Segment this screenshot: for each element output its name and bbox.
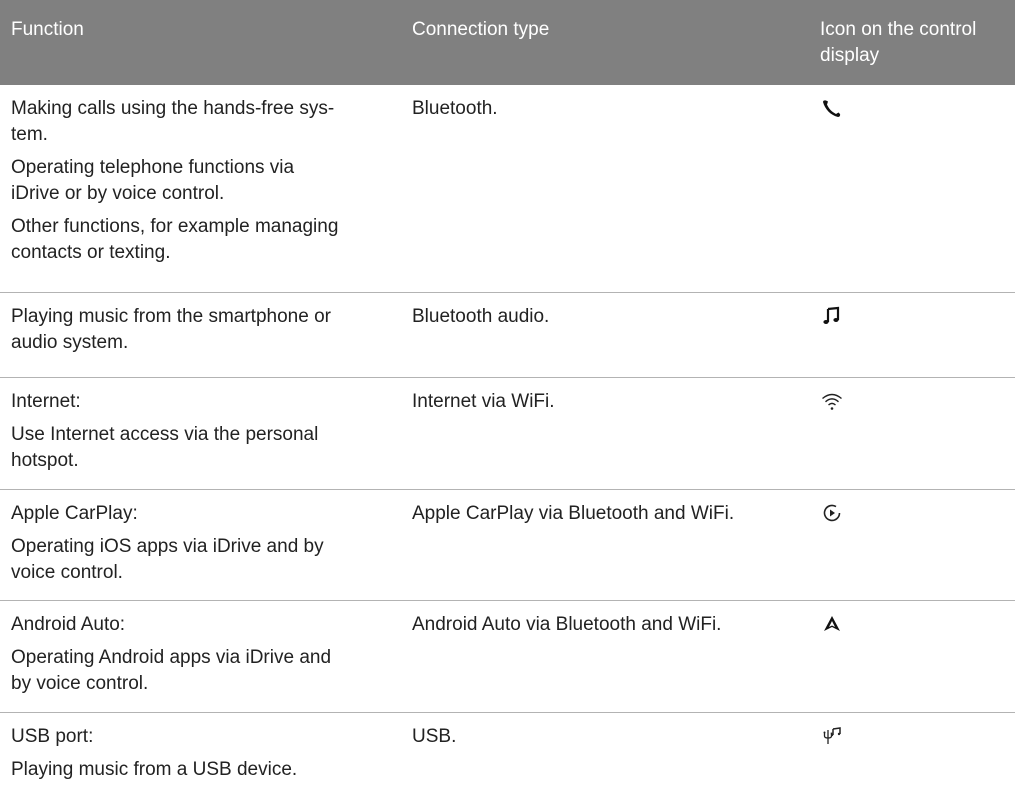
music-note-icon — [820, 304, 844, 328]
connection-text: Bluetooth. — [412, 98, 498, 119]
function-line: Operating telephone functions via — [11, 157, 295, 178]
function-text: Playing music from a USB device. — [11, 757, 409, 783]
function-line: by voice control. — [11, 673, 149, 694]
carplay-play-icon — [820, 501, 844, 525]
function-line: Operating iOS apps via iDrive and by — [11, 536, 324, 557]
function-line: contacts or texting. — [11, 242, 171, 263]
function-line: Use Internet access via the personal — [11, 424, 319, 445]
connection-text: USB. — [412, 726, 457, 747]
wifi-icon — [820, 389, 844, 413]
function-cell: USB port: Playing music from a USB devic… — [0, 713, 409, 785]
function-line: Playing music from a USB device. — [11, 759, 298, 780]
function-line: Android Auto: — [11, 614, 126, 635]
function-line: Internet: — [11, 391, 81, 412]
table-row: Making calls using the hands-free sys- t… — [0, 85, 1015, 293]
connection-cell: Bluetooth. — [409, 85, 816, 292]
connection-table: Function Connection type Icon on the con… — [0, 0, 1015, 785]
function-text: Internet: — [11, 389, 409, 415]
connection-text: Android Auto via Bluetooth and WiFi. — [412, 614, 722, 635]
table-header: Function Connection type Icon on the con… — [0, 0, 1015, 85]
table-row: Apple CarPlay: Operating iOS apps via iD… — [0, 490, 1015, 601]
function-text: Use Internet access via the personal hot… — [11, 422, 409, 474]
connection-cell: Android Auto via Bluetooth and WiFi. — [409, 601, 816, 712]
function-line: audio system. — [11, 332, 129, 353]
icon-cell — [816, 490, 1015, 600]
icon-cell — [816, 85, 1015, 292]
function-cell: Playing music from the smartphone or aud… — [0, 293, 409, 377]
connection-text: Internet via WiFi. — [412, 391, 555, 412]
function-line: tem. — [11, 124, 48, 145]
connection-cell: Apple CarPlay via Bluetooth and WiFi. — [409, 490, 816, 600]
function-cell: Android Auto: Operating Android apps via… — [0, 601, 409, 712]
icon-cell — [816, 601, 1015, 712]
function-text: Other functions, for example managing co… — [11, 214, 409, 266]
function-line: Playing music from the smartphone or — [11, 306, 331, 327]
function-line: Making calls using the hands-free sys- — [11, 98, 335, 119]
header-icon-label-line2: display — [820, 45, 880, 66]
function-text: Playing music from the smartphone or aud… — [11, 304, 409, 356]
icon-cell — [816, 293, 1015, 377]
function-cell: Apple CarPlay: Operating iOS apps via iD… — [0, 490, 409, 600]
function-cell: Making calls using the hands-free sys- t… — [0, 85, 409, 292]
function-line: iDrive or by voice control. — [11, 183, 225, 204]
function-line: hotspot. — [11, 450, 79, 471]
function-text: Operating iOS apps via iDrive and by voi… — [11, 534, 409, 586]
function-line: USB port: — [11, 726, 94, 747]
function-text: USB port: — [11, 724, 409, 750]
android-auto-icon — [820, 612, 844, 636]
function-line: Other functions, for example managing — [11, 216, 339, 237]
function-line: Operating Android apps via iDrive and — [11, 647, 332, 668]
header-connection: Connection type — [409, 0, 816, 85]
table-row: USB port: Playing music from a USB devic… — [0, 713, 1015, 785]
icon-cell — [816, 378, 1015, 489]
connection-text: Apple CarPlay via Bluetooth and WiFi. — [412, 503, 735, 524]
function-line: voice control. — [11, 562, 123, 583]
connection-cell: Bluetooth audio. — [409, 293, 816, 377]
function-text: Making calls using the hands-free sys- t… — [11, 96, 409, 148]
table-row: Internet: Use Internet access via the pe… — [0, 378, 1015, 490]
usb-music-icon — [820, 724, 844, 748]
header-icon: Icon on the control display — [816, 0, 1015, 85]
function-text: Apple CarPlay: — [11, 501, 409, 527]
header-function-label: Function — [11, 19, 84, 40]
header-connection-label: Connection type — [412, 19, 550, 40]
table-row: Android Auto: Operating Android apps via… — [0, 601, 1015, 713]
function-text: Operating telephone functions via iDrive… — [11, 155, 409, 207]
header-function: Function — [0, 0, 409, 85]
function-text: Android Auto: — [11, 612, 409, 638]
function-cell: Internet: Use Internet access via the pe… — [0, 378, 409, 489]
connection-cell: Internet via WiFi. — [409, 378, 816, 489]
connection-cell: USB. — [409, 713, 816, 785]
header-icon-label-line1: Icon on the control — [820, 19, 977, 40]
connection-text: Bluetooth audio. — [412, 306, 550, 327]
table-row: Playing music from the smartphone or aud… — [0, 293, 1015, 378]
function-line: Apple CarPlay: — [11, 503, 138, 524]
phone-handset-icon — [820, 96, 844, 120]
icon-cell — [816, 713, 1015, 785]
function-text: Operating Android apps via iDrive and by… — [11, 645, 409, 697]
